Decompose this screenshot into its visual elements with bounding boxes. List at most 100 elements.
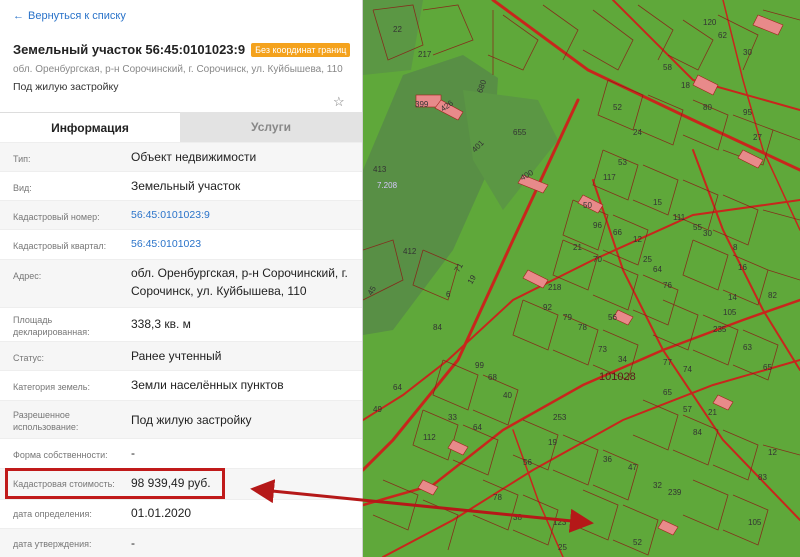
highlight-box (5, 468, 225, 499)
back-label: Вернуться к списку (28, 10, 126, 22)
svg-text:73: 73 (598, 345, 607, 354)
svg-text:12: 12 (768, 448, 777, 457)
svg-text:92: 92 (543, 303, 552, 312)
svg-text:123: 123 (553, 518, 567, 527)
map-label: 412 (403, 247, 417, 256)
tab-information[interactable]: Информация (0, 112, 180, 143)
svg-text:25: 25 (643, 255, 652, 264)
svg-text:76: 76 (663, 281, 672, 290)
svg-text:18: 18 (681, 81, 690, 90)
svg-text:95: 95 (743, 108, 752, 117)
row-area: Площадь декларированная: 338,3 кв. м (0, 307, 362, 342)
cadastral-map[interactable]: 22 217 399 426 680 655 401 413 7.208 400… (363, 0, 800, 557)
row-label: Форма собственности: (13, 450, 108, 460)
row-label: Тип: (13, 154, 31, 164)
map-label: 22 (393, 25, 402, 34)
tab-services[interactable]: Услуги (180, 112, 362, 142)
svg-text:21: 21 (708, 408, 717, 417)
svg-text:36: 36 (603, 455, 612, 464)
svg-text:12: 12 (633, 235, 642, 244)
svg-text:117: 117 (603, 173, 616, 182)
row-label: Кадастровый номер: (13, 212, 100, 222)
svg-text:19: 19 (548, 438, 557, 447)
row-date-approved: дата утверждения: - (0, 528, 362, 557)
svg-text:64: 64 (653, 265, 662, 274)
svg-text:21: 21 (573, 243, 582, 252)
address-subtitle: обл. Оренбургская, р-н Сорочинский, г. С… (13, 64, 343, 75)
map-label: 217 (418, 50, 432, 59)
svg-text:52: 52 (613, 103, 622, 112)
row-value: Земли населённых пунктов (131, 378, 284, 392)
svg-text:112: 112 (423, 433, 436, 442)
svg-text:38: 38 (513, 513, 522, 522)
svg-text:16: 16 (738, 263, 747, 272)
svg-text:52: 52 (633, 538, 642, 547)
svg-text:78: 78 (578, 323, 587, 332)
cadastral-number-link[interactable]: 56:45:0101023:9 (131, 206, 210, 224)
row-label-line2: декларированная: (13, 327, 90, 337)
back-to-list-link[interactable]: ← Вернуться к списку (13, 10, 126, 22)
svg-text:84: 84 (433, 323, 442, 332)
svg-text:56: 56 (608, 313, 617, 322)
svg-text:32: 32 (653, 481, 662, 490)
svg-text:50: 50 (583, 201, 592, 210)
info-panel: ← Вернуться к списку Земельный участок 56… (0, 0, 363, 557)
row-label: Категория земель: (13, 382, 90, 392)
svg-text:55: 55 (693, 223, 702, 232)
row-date-determined: дата определения: 01.01.2020 (0, 499, 362, 529)
svg-text:14: 14 (728, 293, 737, 302)
row-label: Статус: (13, 353, 44, 363)
svg-text:79: 79 (563, 313, 572, 322)
row-land-category: Категория земель: Земли населённых пункт… (0, 370, 362, 401)
svg-text:120: 120 (703, 18, 717, 27)
svg-text:239: 239 (668, 488, 682, 497)
row-value: Под жилую застройку (131, 413, 252, 427)
svg-text:34: 34 (618, 355, 627, 364)
arrow-left-icon: ← (13, 10, 24, 22)
svg-text:57: 57 (683, 405, 692, 414)
row-value-line1: обл. Оренбургская, р-н Сорочинский, г. (131, 266, 348, 280)
svg-text:47: 47 (628, 463, 637, 472)
row-label: Вид: (13, 183, 32, 193)
favorite-star-icon[interactable]: ☆ (333, 94, 345, 110)
row-label-line2: использование: (13, 422, 79, 432)
row-ownership: Форма собственности: - (0, 438, 362, 469)
row-value: Ранее учтенный (131, 349, 222, 363)
svg-text:83: 83 (758, 473, 767, 482)
row-value: 01.01.2020 (131, 506, 192, 520)
svg-text:78: 78 (493, 493, 502, 502)
row-address: Адрес: обл. Оренбургская, р-н Сорочински… (0, 259, 362, 308)
svg-text:74: 74 (683, 365, 692, 374)
svg-text:82: 82 (768, 291, 777, 300)
row-label-line1: Площадь (13, 315, 53, 325)
svg-text:27: 27 (753, 133, 762, 142)
row-value: Объект недвижимости (131, 150, 257, 164)
svg-text:15: 15 (653, 198, 662, 207)
map-label: 101028 (599, 371, 636, 383)
row-cadastral-quarter: Кадастровый квартал: 56:45:0101023 (0, 229, 362, 260)
svg-text:65: 65 (763, 363, 772, 372)
cadastral-quarter-link[interactable]: 56:45:0101023 (131, 235, 201, 253)
svg-text:77: 77 (663, 358, 672, 367)
svg-text:96: 96 (593, 221, 602, 230)
row-label: дата утверждения: (13, 539, 92, 549)
row-value: - (131, 536, 135, 550)
svg-text:53: 53 (618, 158, 627, 167)
row-label: Кадастровый квартал: (13, 241, 107, 251)
svg-text:64: 64 (393, 383, 402, 392)
svg-text:40: 40 (503, 391, 512, 400)
row-type: Тип: Объект недвижимости (0, 142, 362, 172)
svg-text:235: 235 (713, 325, 727, 334)
svg-text:99: 99 (475, 361, 484, 370)
row-cadastral-number: Кадастровый номер: 56:45:0101023:9 (0, 200, 362, 230)
svg-text:64: 64 (473, 423, 482, 432)
svg-text:24: 24 (633, 128, 642, 137)
title-row: Земельный участок 56:45:0101023:9 Без ко… (13, 42, 351, 57)
svg-text:30: 30 (703, 229, 712, 238)
svg-text:56: 56 (523, 458, 532, 467)
map-canvas: 22 217 399 426 680 655 401 413 7.208 400… (363, 0, 800, 557)
svg-text:58: 58 (663, 63, 672, 72)
map-label: 6 (446, 290, 451, 299)
svg-text:105: 105 (723, 308, 737, 317)
svg-text:65: 65 (663, 388, 672, 397)
